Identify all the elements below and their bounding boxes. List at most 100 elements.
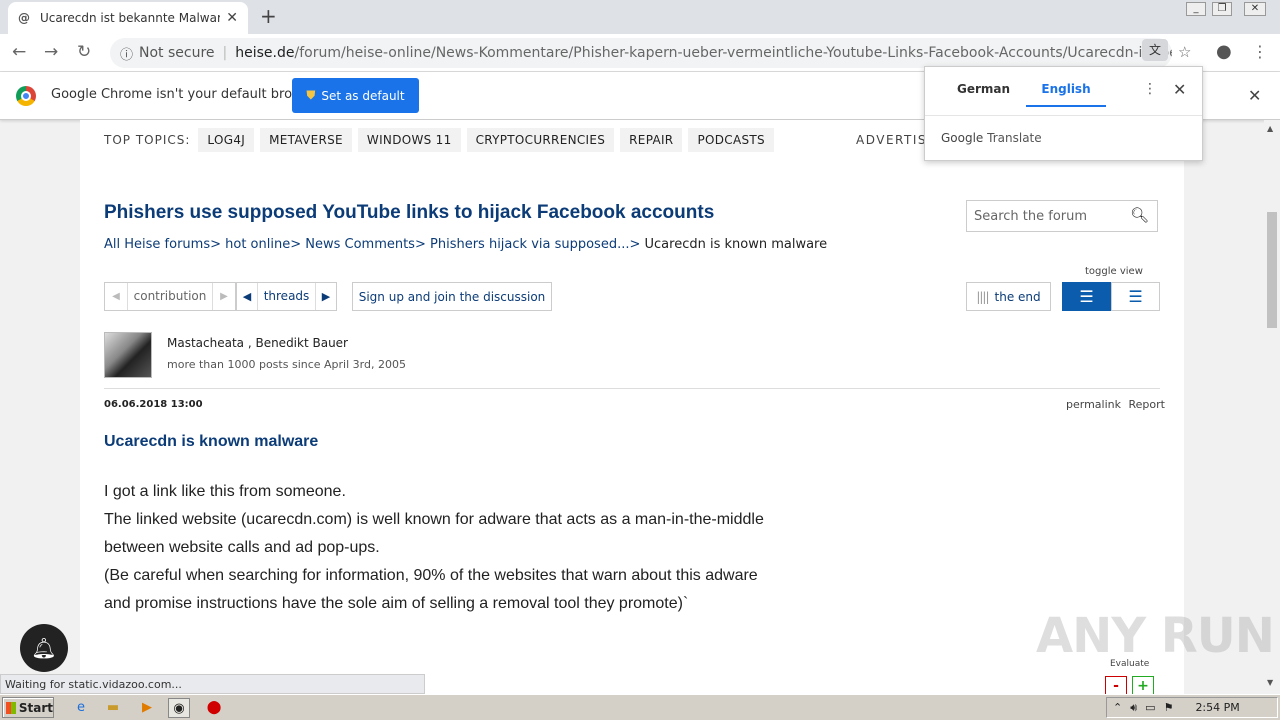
scroll-up-icon[interactable]: ▲ (1267, 124, 1273, 133)
bookmark-star-icon[interactable]: ☆ (1178, 43, 1191, 61)
taskbar: Start e ▬ ▶ ◉ ⬤ ⌃ 🔊︎ ▭ ⚑ 2:54 PM (0, 694, 1280, 720)
url-path: /forum/heise-online/News-Kommentare/Phis… (294, 45, 1173, 61)
author-meta: more than 1000 posts since April 3rd, 20… (167, 358, 406, 371)
threads-label: threads (257, 283, 316, 310)
threaded-view-button[interactable]: ☰ (1062, 282, 1111, 311)
topic-link[interactable]: METAVERSE (260, 128, 352, 152)
notification-bell-icon[interactable]: 🔔︎ (20, 624, 68, 672)
flag-icon[interactable]: ⚑ (1164, 701, 1174, 714)
breadcrumb-news-comments[interactable]: News Comments> (305, 237, 426, 252)
vote-up-button[interactable]: + (1132, 676, 1154, 694)
topic-link[interactable]: CRYPTOCURRENCIES (466, 128, 615, 152)
stop-app-icon[interactable]: ⬤ (203, 698, 225, 718)
post-line: I got a link like this from someone. (104, 483, 346, 500)
system-tray: ⌃ 🔊︎ ▭ ⚑ 2:54 PM (1106, 697, 1278, 718)
prev-contribution-icon[interactable]: ◀ (105, 291, 127, 302)
address-bar[interactable]: ⓘ Not secure | heise.de /forum/heise-onl… (110, 38, 1172, 68)
chrome-logo-icon (16, 86, 36, 106)
translate-icon[interactable]: 文 (1142, 39, 1168, 61)
new-tab-button[interactable]: + (260, 4, 277, 28)
divider (925, 115, 1202, 116)
windows-logo-icon (6, 701, 16, 714)
google-logo: Google (941, 131, 984, 145)
next-contribution-icon[interactable]: ▶ (213, 291, 235, 302)
volume-icon[interactable]: 🔊︎ (1130, 701, 1137, 715)
menu-icon[interactable]: ⋮ (1252, 42, 1268, 61)
breadcrumb-current: Ucarecdn is known malware (644, 237, 828, 252)
avatar[interactable] (104, 332, 152, 378)
reload-icon[interactable]: ↻ (77, 42, 91, 62)
permalink-link[interactable]: permalink (1066, 398, 1121, 411)
url-domain: heise.de (235, 45, 295, 61)
scrollbar-thumb[interactable] (1267, 212, 1277, 328)
minimize-button[interactable]: _ (1186, 2, 1206, 16)
browser-tab[interactable]: @ Ucarecdn ist bekannte Malware | For ✕ (8, 2, 248, 34)
chrome-taskbar-icon[interactable]: ◉ (168, 698, 190, 718)
signup-button[interactable]: Sign up and join the discussion (352, 282, 552, 311)
flat-view-button[interactable]: ☰ (1111, 282, 1160, 311)
topic-link[interactable]: REPAIR (620, 128, 683, 152)
topic-link[interactable]: LOG4J (198, 128, 255, 152)
vote-down-button[interactable]: - (1105, 676, 1127, 694)
topic-link[interactable]: WINDOWS 11 (357, 128, 461, 152)
post-body: I got a link like this from someone. The… (104, 478, 864, 618)
profile-icon[interactable]: ● (1216, 41, 1232, 62)
topic-link[interactable]: PODCASTS (688, 128, 774, 152)
post-line: between website calls and ad pop-ups. (104, 539, 380, 556)
prev-thread-icon[interactable]: ◀ (237, 290, 257, 303)
set-as-default-label: Set as default (321, 88, 405, 103)
the-end-label: the end (994, 289, 1041, 304)
breadcrumb-thread[interactable]: Phishers hijack via supposed...> (430, 237, 640, 252)
translate-menu-icon[interactable]: ⋮ (1143, 81, 1157, 97)
close-window-button[interactable]: ✕ (1244, 2, 1266, 16)
page-content: TOP TOPICS: LOG4J METAVERSE WINDOWS 11 C… (80, 120, 1184, 694)
breadcrumb-all-forums[interactable]: All Heise forums> (104, 237, 221, 252)
not-secure-label: Not secure (139, 45, 215, 61)
page-title[interactable]: Phishers use supposed YouTube links to h… (104, 202, 714, 224)
shield-icon: ⛊ (306, 88, 316, 102)
divider (104, 388, 1160, 389)
post-line: (Be careful when searching for informati… (104, 567, 758, 584)
search-placeholder: Search the forum (974, 208, 1088, 224)
tab-english[interactable]: English (1026, 82, 1106, 107)
tray-expand-icon[interactable]: ⌃ (1113, 701, 1122, 714)
clock: 2:54 PM (1195, 701, 1240, 714)
flat-view-icon: ☰ (1128, 287, 1143, 306)
post-date: 06.06.2018 13:00 (104, 399, 203, 410)
contribution-nav: ◀ contribution ▶ (104, 282, 236, 311)
the-end-button[interactable]: |||| the end (966, 282, 1051, 311)
google-translate-brand: Google Translate (941, 131, 1042, 145)
breadcrumb: All Heise forums> hot online> News Comme… (104, 237, 827, 252)
ie-icon[interactable]: e (70, 698, 92, 718)
translate-popup: German English ⋮ ✕ Google Translate (924, 66, 1203, 161)
next-thread-icon[interactable]: ▶ (316, 290, 336, 303)
browser-tab-strip: @ Ucarecdn ist bekannte Malware | For ✕ … (0, 0, 1280, 34)
tab-close-icon[interactable]: ✕ (226, 10, 238, 26)
translate-label: Translate (987, 131, 1042, 145)
media-player-icon[interactable]: ▶ (136, 698, 158, 718)
toggle-view-label: toggle view (1085, 266, 1143, 277)
top-topics-label: TOP TOPICS: (104, 133, 191, 147)
forum-search-input[interactable]: Search the forum 🔍︎ (966, 200, 1158, 232)
breadcrumb-hot-online[interactable]: hot online> (225, 237, 301, 252)
translate-close-icon[interactable]: ✕ (1173, 80, 1186, 99)
post-links: permalink Report (1066, 398, 1165, 411)
post-title: Ucarecdn is known malware (104, 433, 319, 450)
back-icon[interactable]: ← (12, 42, 26, 62)
scroll-down-icon[interactable]: ▼ (1267, 678, 1273, 687)
tab-german[interactable]: German (942, 82, 1025, 105)
info-icon[interactable]: ⓘ (120, 44, 133, 63)
threads-nav: ◀ threads ▶ (236, 282, 337, 311)
bars-icon: |||| (976, 289, 989, 304)
start-button[interactable]: Start (2, 697, 54, 718)
set-as-default-button[interactable]: ⛊ Set as default (292, 78, 419, 113)
search-icon[interactable]: 🔍︎ (1130, 206, 1149, 224)
restore-button[interactable]: ❐ (1212, 2, 1232, 16)
infobar-close-icon[interactable]: ✕ (1248, 86, 1261, 105)
post-line: The linked website (ucarecdn.com) is wel… (104, 511, 764, 528)
forward-icon[interactable]: → (44, 42, 58, 62)
folder-icon[interactable]: ▬ (102, 698, 124, 718)
network-icon[interactable]: ▭ (1145, 701, 1155, 714)
report-link[interactable]: Report (1129, 398, 1165, 411)
author-name[interactable]: Mastacheata , Benedikt Bauer (167, 336, 348, 350)
